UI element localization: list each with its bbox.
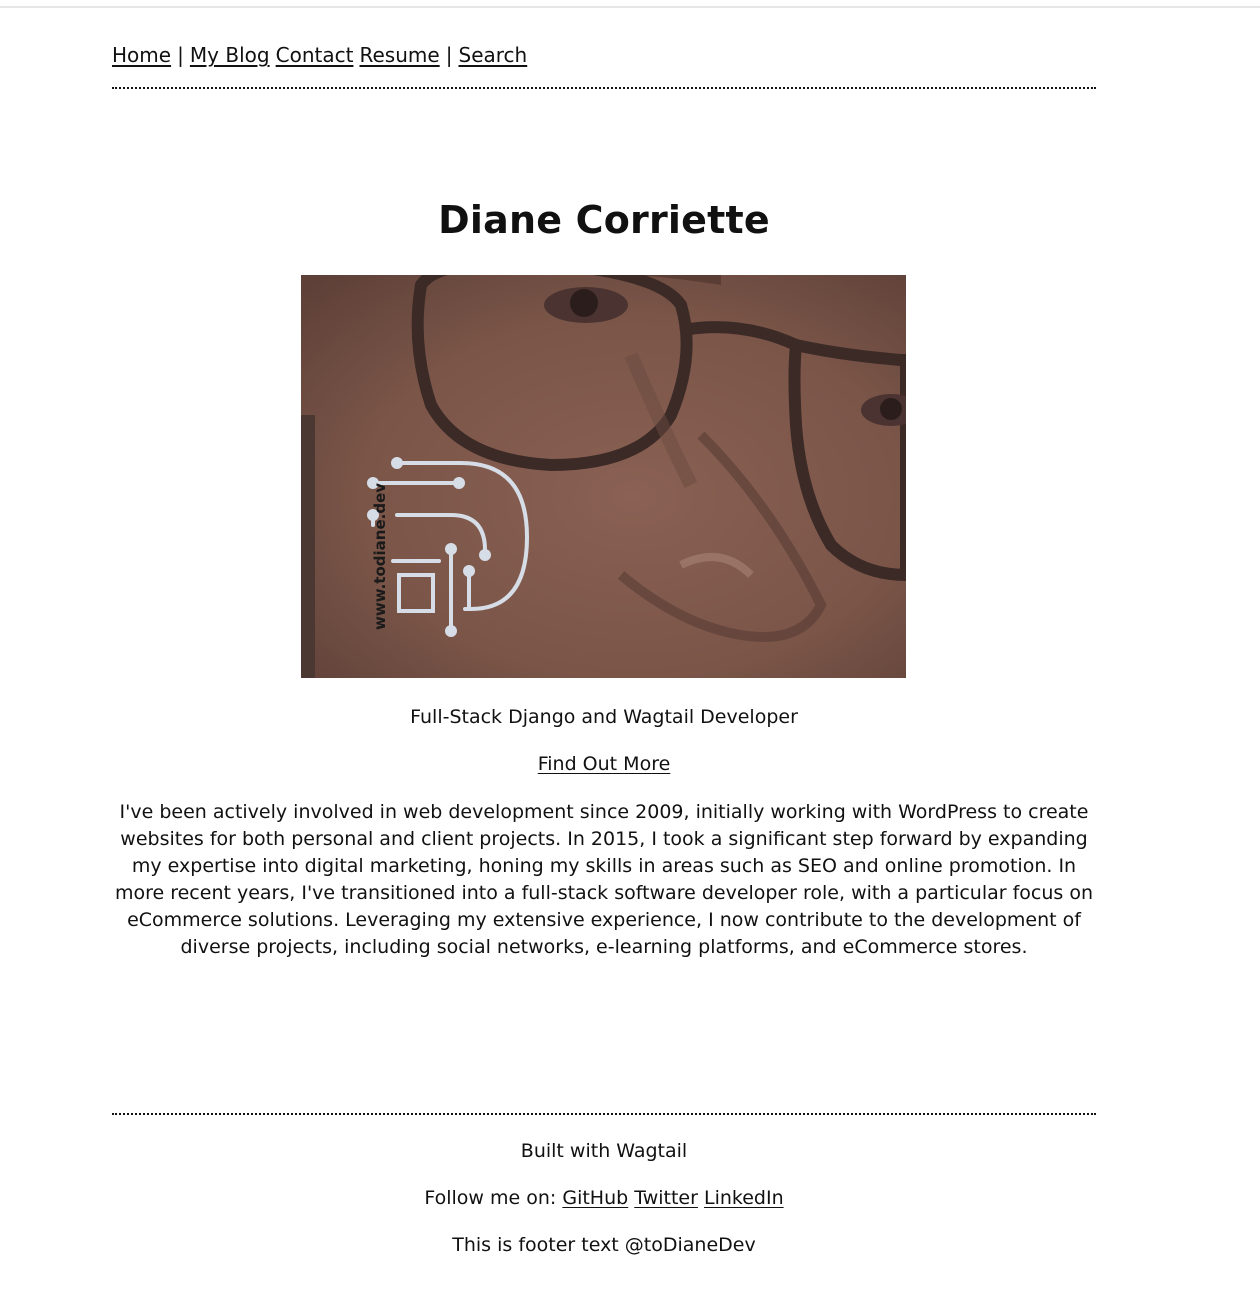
find-out-more: Find Out More [112,753,1096,775]
hero-image: www.todiane.dev [301,275,906,678]
nav-contact-link[interactable]: Contact [276,43,354,67]
nav-home-link[interactable]: Home [112,43,171,67]
social-links: Follow me on: GitHub Twitter LinkedIn [112,1187,1096,1209]
nav-separator: | [445,43,453,67]
twitter-link[interactable]: Twitter [634,1187,698,1209]
footer-divider [112,1113,1096,1115]
follow-label: Follow me on: [424,1187,557,1209]
nav-resume-link[interactable]: Resume [359,43,439,67]
nav-search-link[interactable]: Search [459,43,528,67]
tagline: Full-Stack Django and Wagtail Developer [410,706,798,728]
built-with-text: Built with Wagtail [520,1140,688,1162]
logo-watermark: www.todiane.dev [371,483,389,630]
nav-separator: | [177,43,184,67]
nav-blog-link[interactable]: My Blog [190,43,270,67]
github-link[interactable]: GitHub [562,1187,628,1209]
top-navigation: Home | My Blog Contact Resume | Search [112,43,1096,67]
header-divider [112,87,1096,89]
browser-top-border [0,6,1260,8]
page-title: Diane Corriette [438,198,770,242]
find-out-more-link[interactable]: Find Out More [538,753,671,775]
bio-paragraph: I've been actively involved in web devel… [114,801,1094,958]
linkedin-link[interactable]: LinkedIn [704,1187,784,1209]
footer-text: This is footer text @toDianeDev [452,1234,756,1256]
